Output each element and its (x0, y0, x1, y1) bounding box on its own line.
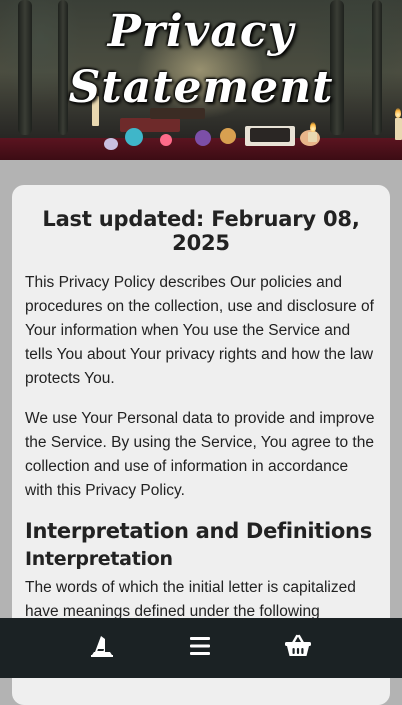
personal-data-paragraph: We use Your Personal data to provide and… (25, 410, 375, 499)
book-decoration (250, 128, 290, 142)
candle-decoration (308, 132, 317, 142)
flame-decoration (310, 122, 316, 132)
crystal-decoration (125, 128, 143, 146)
witch-hat-icon (89, 633, 115, 664)
intro-paragraph: This Privacy Policy describes Our polici… (25, 274, 374, 387)
menu-icon (188, 635, 212, 662)
crystal-decoration (104, 138, 118, 150)
crystal-decoration (160, 134, 172, 146)
nav-button-cart[interactable] (268, 618, 328, 678)
crystal-decoration (220, 128, 236, 144)
nav-button-menu[interactable] (170, 618, 230, 678)
crystal-decoration (195, 130, 211, 146)
page-title-line1: Privacy (107, 6, 295, 57)
page-title: Privacy Statement (0, 4, 402, 116)
nav-button-home[interactable] (72, 618, 132, 678)
candle-decoration (395, 118, 402, 140)
basket-icon (284, 634, 312, 663)
hero-banner: Privacy Statement (0, 0, 402, 160)
section-heading-interpretation-definitions: Interpretation and Definitions (25, 519, 372, 543)
last-updated-heading: Last updated: February 08, 2025 (42, 207, 360, 255)
bottom-nav (0, 618, 402, 678)
page-title-line2: Statement (68, 62, 334, 113)
subsection-heading-interpretation: Interpretation (25, 548, 173, 570)
